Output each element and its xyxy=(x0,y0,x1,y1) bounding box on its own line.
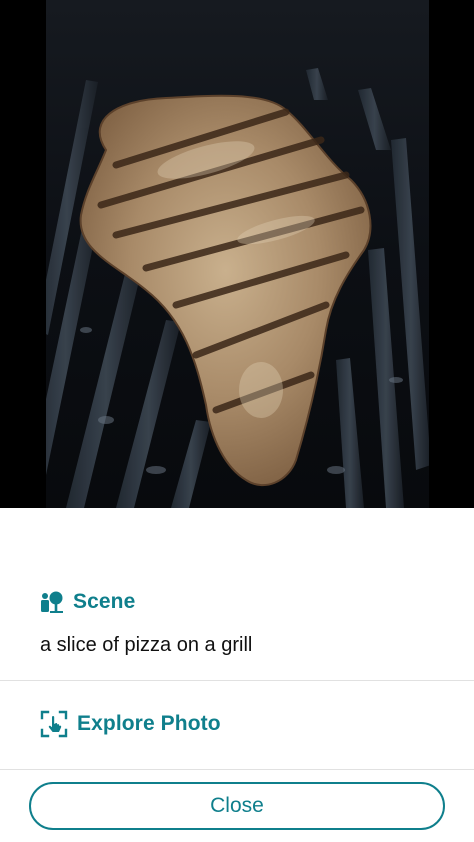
divider xyxy=(0,769,474,770)
scene-header: Scene xyxy=(40,590,135,614)
scene-caption: a slice of pizza on a grill xyxy=(40,634,253,656)
photo-viewer xyxy=(0,0,474,508)
divider xyxy=(0,680,474,681)
photo-image xyxy=(46,0,429,508)
scene-label: Scene xyxy=(73,590,136,613)
close-button-label: Close xyxy=(210,794,264,817)
close-button[interactable]: Close xyxy=(29,782,445,830)
scene-icon xyxy=(40,590,64,614)
image-description-panel: Scene a slice of pizza on a grill Explor… xyxy=(0,508,474,842)
photo xyxy=(46,0,429,508)
explore-photo-label: Explore Photo xyxy=(77,712,221,735)
explore-photo-button[interactable]: Explore Photo xyxy=(40,710,221,738)
explore-photo-icon xyxy=(40,710,68,738)
